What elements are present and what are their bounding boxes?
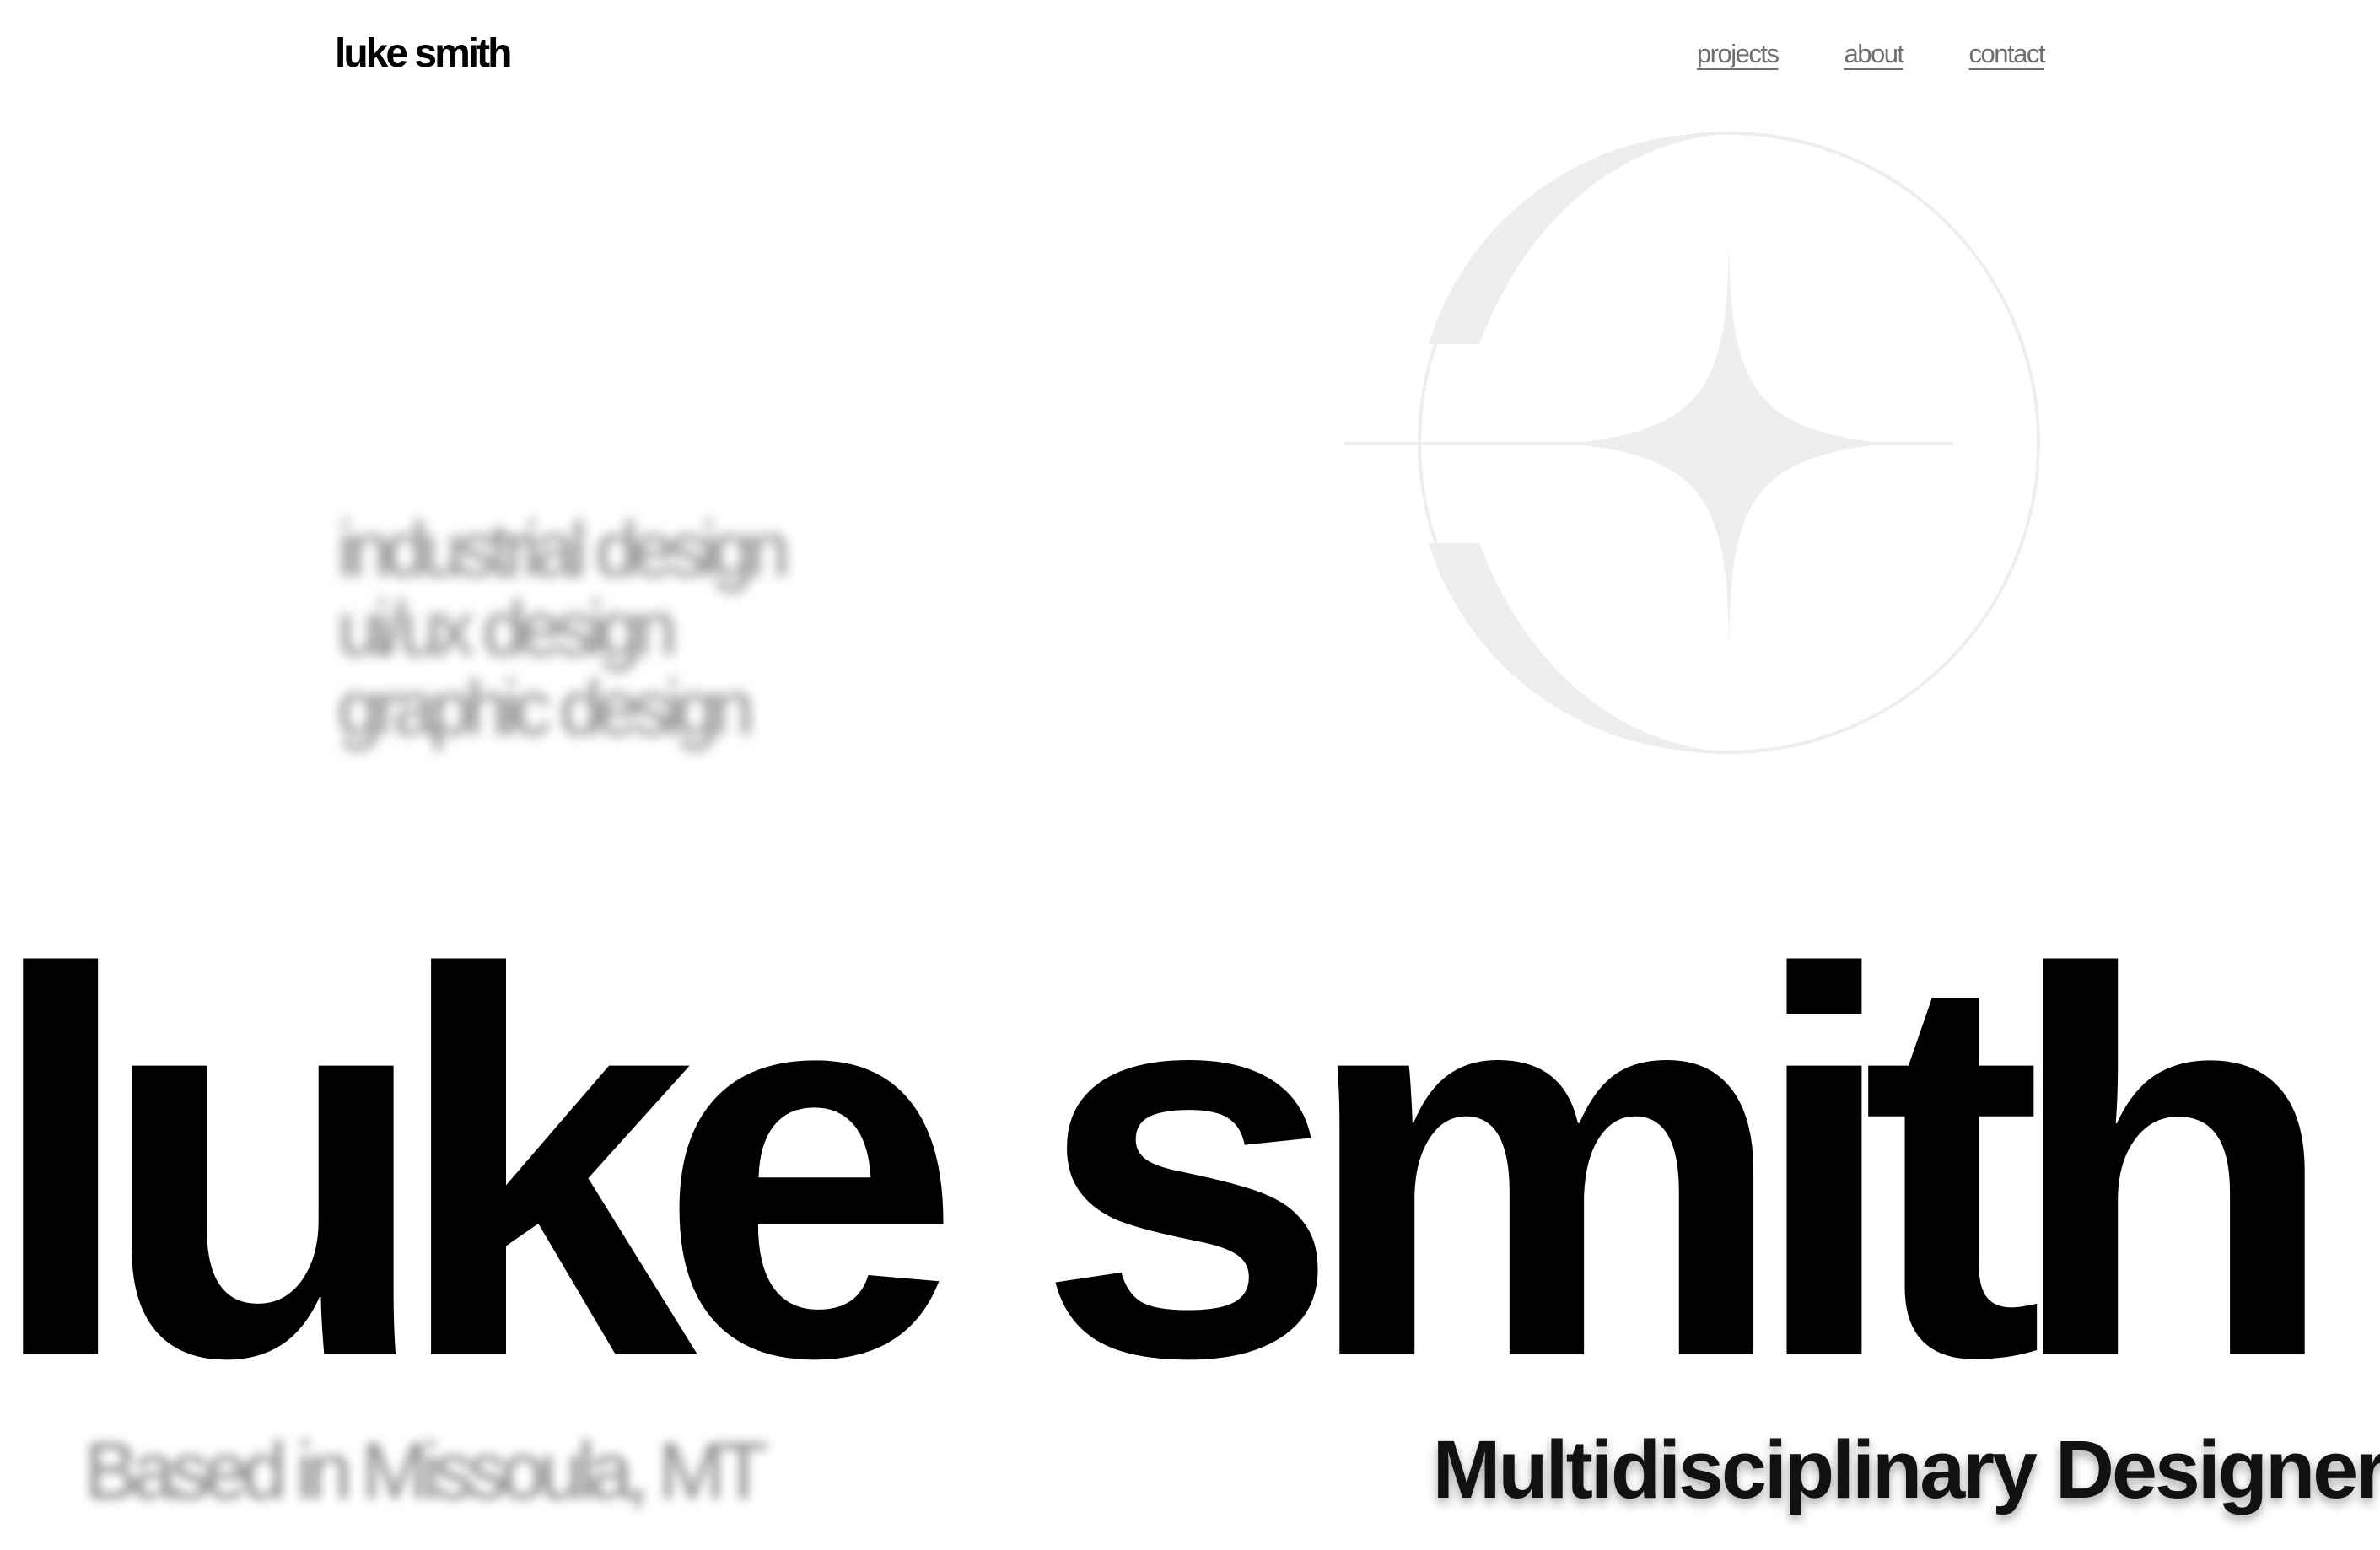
- nav-link-projects[interactable]: projects: [1697, 34, 1780, 74]
- star-circle-emblem-icon: [1344, 132, 2040, 754]
- service-item: graphic design: [337, 665, 754, 751]
- service-item: industrial design: [337, 507, 790, 593]
- location-text: Based in Missoula, MT: [84, 1426, 768, 1516]
- services-list: industrial design ui/ux design graphic d…: [337, 507, 790, 751]
- nav-link-contact[interactable]: contact: [1969, 34, 2046, 74]
- site-logo[interactable]: luke smith: [335, 29, 512, 79]
- service-item: ui/ux design: [337, 586, 677, 672]
- page: luke smith projects about contact indust…: [0, 0, 2380, 1550]
- role-title: Multidisciplinary Designer: [1432, 1424, 2380, 1515]
- main-nav: projects about contact: [1697, 34, 2046, 74]
- hero-name: luke smith: [0, 860, 2339, 1471]
- nav-link-about[interactable]: about: [1844, 34, 1904, 74]
